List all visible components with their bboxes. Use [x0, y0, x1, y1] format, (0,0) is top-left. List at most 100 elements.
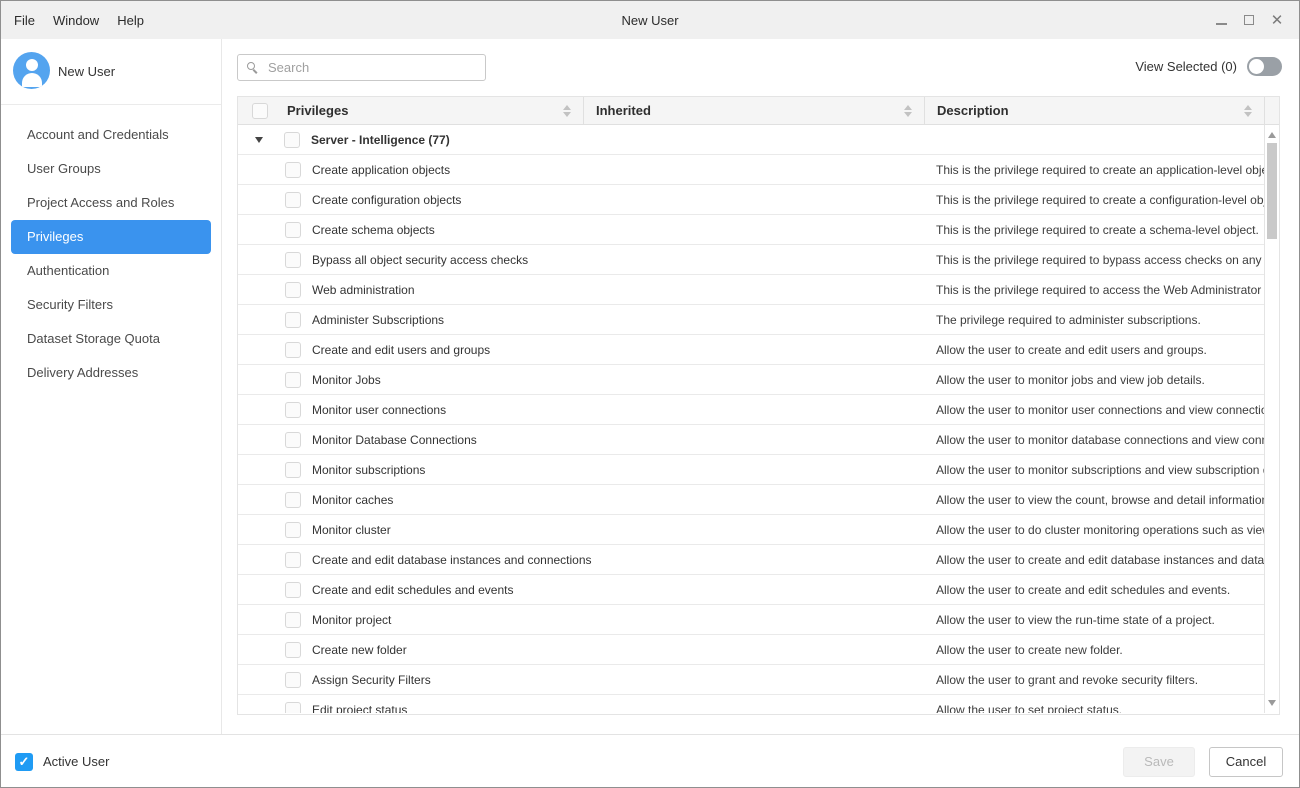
description-cell: Allow the user to monitor database conne… — [924, 433, 1264, 447]
privilege-row[interactable]: Bypass all object security access checks… — [238, 245, 1264, 275]
view-selected-toggle[interactable] — [1247, 57, 1282, 76]
privilege-row[interactable]: Edit project status Allow the user to se… — [238, 695, 1264, 713]
row-checkbox[interactable] — [285, 552, 301, 568]
active-user-control: ✓ Active User — [15, 735, 109, 788]
active-user-label: Active User — [43, 754, 109, 769]
maximize-button[interactable] — [1235, 6, 1263, 34]
scroll-down-icon[interactable] — [1268, 700, 1276, 706]
row-checkbox[interactable] — [285, 282, 301, 298]
column-header-description[interactable]: Description — [924, 97, 1264, 124]
description-cell: Allow the user to view the run-time stat… — [924, 613, 1264, 627]
search-box[interactable] — [237, 54, 486, 81]
sidebar-nav-item[interactable]: Project Access and Roles — [11, 186, 211, 220]
select-all-checkbox[interactable] — [252, 103, 268, 119]
table-header: Privileges Inherited Description — [238, 97, 1279, 125]
toggle-knob — [1249, 59, 1264, 74]
row-checkbox[interactable] — [285, 312, 301, 328]
privilege-row[interactable]: Create schema objects This is the privil… — [238, 215, 1264, 245]
search-icon — [247, 62, 259, 74]
sidebar-nav-item[interactable]: Authentication — [11, 254, 211, 288]
row-checkbox[interactable] — [285, 522, 301, 538]
privilege-row[interactable]: Monitor caches Allow the user to view th… — [238, 485, 1264, 515]
row-checkbox[interactable] — [285, 582, 301, 598]
sidebar-nav-item[interactable]: Privileges — [11, 220, 211, 254]
privilege-row[interactable]: Monitor project Allow the user to view t… — [238, 605, 1264, 635]
menu-item[interactable]: File — [5, 13, 44, 28]
new-user-window: FileWindowHelp New User ✕ New User Accou… — [0, 0, 1300, 788]
collapse-arrow-icon[interactable] — [255, 137, 263, 143]
row-checkbox[interactable] — [285, 192, 301, 208]
privilege-name: Create new folder — [312, 643, 407, 657]
sort-icon-privileges[interactable] — [563, 105, 571, 117]
sidebar-nav-item[interactable]: Delivery Addresses — [11, 356, 211, 390]
privilege-row[interactable]: Create application objects This is the p… — [238, 155, 1264, 185]
sidebar-user-label: New User — [58, 39, 115, 104]
sidebar-nav-item[interactable]: Dataset Storage Quota — [11, 322, 211, 356]
menu-item[interactable]: Window — [44, 13, 108, 28]
row-checkbox[interactable] — [285, 222, 301, 238]
column-header-inherited[interactable]: Inherited — [583, 97, 924, 124]
privilege-name: Edit project status — [312, 703, 407, 714]
description-cell: This is the privilege required to access… — [924, 283, 1264, 297]
search-input[interactable] — [266, 59, 485, 76]
row-checkbox[interactable] — [285, 612, 301, 628]
privilege-row[interactable]: Create new folder Allow the user to crea… — [238, 635, 1264, 665]
privilege-row[interactable]: Create and edit database instances and c… — [238, 545, 1264, 575]
privileges-table: Privileges Inherited Description — [237, 96, 1280, 715]
row-checkbox[interactable] — [285, 402, 301, 418]
row-checkbox[interactable] — [285, 252, 301, 268]
group-checkbox[interactable] — [284, 132, 300, 148]
sidebar-nav-item[interactable]: User Groups — [11, 152, 211, 186]
active-user-checkbox[interactable]: ✓ — [15, 753, 33, 771]
sidebar-nav: Account and CredentialsUser GroupsProjec… — [1, 118, 221, 390]
row-checkbox[interactable] — [285, 162, 301, 178]
sidebar-nav-item[interactable]: Security Filters — [11, 288, 211, 322]
sort-icon-inherited[interactable] — [904, 105, 912, 117]
description-cell: Allow the user to do cluster monitoring … — [924, 523, 1264, 537]
scroll-up-icon[interactable] — [1268, 132, 1276, 138]
privilege-row[interactable]: Create configuration objects This is the… — [238, 185, 1264, 215]
sort-icon-description[interactable] — [1244, 105, 1252, 117]
close-icon: ✕ — [1271, 13, 1284, 28]
sidebar: New User Account and CredentialsUser Gro… — [1, 39, 222, 734]
footer-bar: ✓ Active User Save Cancel — [1, 734, 1299, 787]
privilege-row[interactable]: Monitor Database Connections Allow the u… — [238, 425, 1264, 455]
description-cell: Allow the user to create and edit users … — [924, 343, 1264, 357]
minimize-button[interactable] — [1207, 6, 1235, 34]
privilege-row[interactable]: Create and edit users and groups Allow t… — [238, 335, 1264, 365]
row-checkbox[interactable] — [285, 432, 301, 448]
privilege-name: Monitor cluster — [312, 523, 391, 537]
cancel-button[interactable]: Cancel — [1209, 747, 1283, 777]
row-checkbox[interactable] — [285, 702, 301, 714]
row-checkbox[interactable] — [285, 672, 301, 688]
privilege-row[interactable]: Monitor user connections Allow the user … — [238, 395, 1264, 425]
privilege-name: Create and edit database instances and c… — [312, 553, 592, 567]
user-block: New User — [1, 39, 221, 104]
close-button[interactable]: ✕ — [1263, 6, 1291, 34]
privilege-row[interactable]: Web administration This is the privilege… — [238, 275, 1264, 305]
vertical-scrollbar[interactable] — [1264, 125, 1279, 713]
column-header-privileges[interactable]: Privileges — [238, 97, 583, 124]
group-row-server-intelligence[interactable]: Server - Intelligence (77) — [238, 125, 1264, 155]
privilege-row[interactable]: Create and edit schedules and events All… — [238, 575, 1264, 605]
privilege-row[interactable]: Monitor Jobs Allow the user to monitor j… — [238, 365, 1264, 395]
privilege-row[interactable]: Assign Security Filters Allow the user t… — [238, 665, 1264, 695]
row-checkbox[interactable] — [285, 462, 301, 478]
save-button[interactable]: Save — [1123, 747, 1195, 777]
footer-buttons: Save Cancel — [1123, 735, 1283, 788]
sidebar-nav-item[interactable]: Account and Credentials — [11, 118, 211, 152]
privilege-row[interactable]: Monitor subscriptions Allow the user to … — [238, 455, 1264, 485]
header-scrollbar-spacer — [1264, 97, 1279, 124]
row-checkbox[interactable] — [285, 372, 301, 388]
privilege-row[interactable]: Administer Subscriptions The privilege r… — [238, 305, 1264, 335]
row-checkbox[interactable] — [285, 342, 301, 358]
user-avatar-icon — [13, 52, 50, 89]
menu-item[interactable]: Help — [108, 13, 153, 28]
scrollbar-thumb[interactable] — [1267, 143, 1277, 239]
description-cell: Allow the user to monitor user connectio… — [924, 403, 1264, 417]
row-checkbox[interactable] — [285, 642, 301, 658]
privilege-row[interactable]: Monitor cluster Allow the user to do clu… — [238, 515, 1264, 545]
row-checkbox[interactable] — [285, 492, 301, 508]
description-cell: This is the privilege required to create… — [924, 163, 1264, 177]
description-cell: Allow the user to view the count, browse… — [924, 493, 1264, 507]
